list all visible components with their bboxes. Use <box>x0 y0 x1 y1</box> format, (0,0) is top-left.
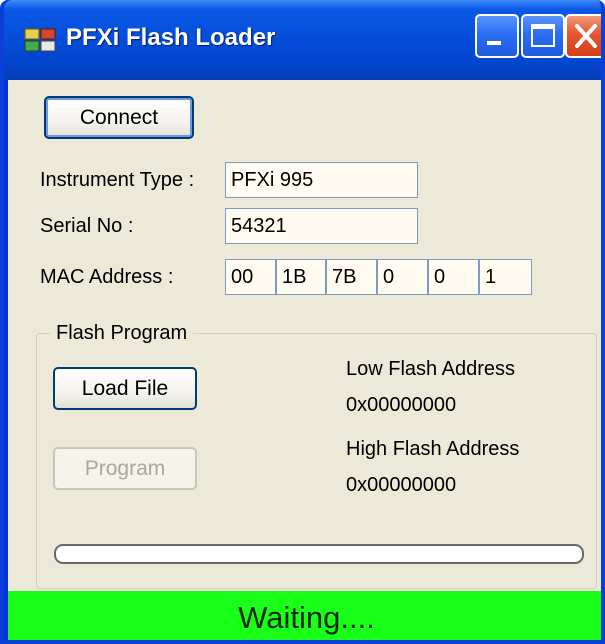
status-bar: Waiting.... <box>8 591 601 640</box>
mac-octet-1[interactable]: 00 <box>225 259 276 295</box>
load-file-button[interactable]: Load File <box>53 367 197 410</box>
maximize-button[interactable] <box>521 14 565 58</box>
mac-octet-3[interactable]: 7B <box>326 259 377 295</box>
serial-no-field[interactable]: 54321 <box>225 208 418 244</box>
serial-no-label: Serial No : <box>40 215 134 237</box>
app-window: PFXi Flash Loader Connect Instrument Typ… <box>0 0 605 644</box>
flash-program-group-title: Flash Program <box>50 320 194 346</box>
mac-octet-5[interactable]: 0 <box>428 259 479 295</box>
maximize-icon <box>531 24 555 47</box>
title-bar[interactable]: PFXi Flash Loader <box>4 0 601 80</box>
mac-address-label: MAC Address : <box>40 266 174 288</box>
low-flash-address-value: 0x00000000 <box>346 394 457 416</box>
mac-octet-2[interactable]: 1B <box>276 259 326 295</box>
low-flash-address-label: Low Flash Address <box>346 358 515 380</box>
minimize-button[interactable] <box>475 14 519 58</box>
mac-octet-6[interactable]: 1 <box>479 259 532 295</box>
minimize-icon <box>487 41 501 45</box>
app-icon <box>24 28 56 52</box>
flash-progress-bar <box>54 544 584 564</box>
program-button[interactable]: Program <box>53 447 197 490</box>
high-flash-address-label: High Flash Address <box>346 438 520 460</box>
instrument-type-field[interactable]: PFXi 995 <box>225 162 418 198</box>
close-button[interactable] <box>565 14 601 58</box>
connect-button[interactable]: Connect <box>44 96 194 139</box>
window-client-area: Connect Instrument Type : PFXi 995 Seria… <box>8 80 601 640</box>
window-title: PFXi Flash Loader <box>66 24 276 51</box>
close-icon <box>575 24 597 48</box>
mac-octet-4[interactable]: 0 <box>377 259 428 295</box>
instrument-type-label: Instrument Type : <box>40 169 195 191</box>
high-flash-address-value: 0x00000000 <box>346 474 457 496</box>
